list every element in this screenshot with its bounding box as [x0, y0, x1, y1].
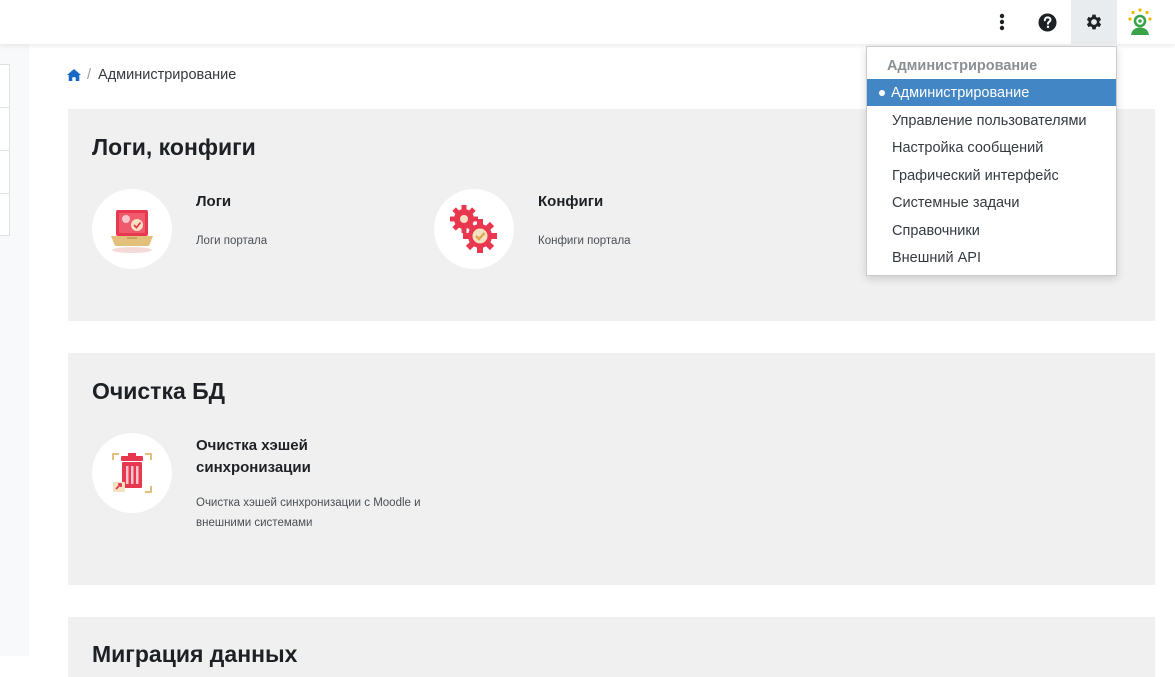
tile-title: Логи	[196, 193, 232, 210]
tile-description: Очистка хэшей синхронизации с Moodle и в…	[196, 497, 421, 529]
menu-item-label: Графический интерфейс	[892, 167, 1059, 184]
tile-sync-hash-cleanup[interactable]: Очистка хэшей синхронизации Очистка хэше…	[92, 433, 422, 543]
tile-configs[interactable]: Конфиги Конфиги портала	[434, 189, 764, 299]
menu-item-label: Справочники	[892, 222, 980, 239]
menu-item-label: Настройка сообщений	[892, 139, 1044, 156]
section-title: Миграция данных	[92, 641, 298, 667]
menu-item-label: Системные задачи	[892, 194, 1020, 211]
help-button[interactable]	[1025, 0, 1069, 44]
tile-icon-circle	[92, 433, 172, 513]
active-dot-icon	[879, 89, 885, 96]
menu-item-reference-books[interactable]: Справочники	[867, 217, 1116, 244]
gear-icon	[1086, 14, 1102, 30]
menu-item-gui[interactable]: Графический интерфейс	[867, 162, 1116, 189]
section-title: Очистка БД	[92, 378, 226, 404]
tile-icon-circle	[92, 189, 172, 269]
user-avatar-icon	[1128, 8, 1152, 35]
section-db-cleanup: Очистка БД Очистка хэшей синхронизации О…	[68, 353, 1155, 585]
configs-gears-icon	[450, 205, 497, 253]
user-menu-button[interactable]	[1118, 0, 1162, 44]
breadcrumb: / Администрирование	[67, 66, 236, 84]
left-drawer-edge	[0, 64, 10, 236]
home-icon[interactable]	[67, 69, 81, 81]
menu-item-label: Администрирование	[891, 84, 1030, 101]
help-icon	[1037, 12, 1057, 32]
tile-title: Конфиги	[538, 193, 604, 210]
settings-button[interactable]	[1071, 0, 1117, 44]
tile-description: Логи портала	[196, 235, 268, 247]
tile-description: Конфиги портала	[538, 235, 631, 247]
dropdown-header: Администрирование	[887, 58, 1038, 74]
menu-item-label: Управление пользователями	[892, 112, 1087, 129]
menu-item-system-tasks[interactable]: Системные задачи	[867, 189, 1116, 216]
section-title: Логи, конфиги	[92, 134, 256, 160]
menu-item-user-management[interactable]: Управление пользователями	[867, 107, 1116, 134]
kebab-menu-icon	[999, 13, 1005, 31]
tile-title: Очистка хэшей синхронизации	[196, 437, 311, 476]
breadcrumb-current: Администрирование	[98, 67, 237, 83]
menu-item-message-settings[interactable]: Настройка сообщений	[867, 134, 1116, 161]
menu-item-label: Внешний API	[892, 249, 981, 266]
breadcrumb-separator: /	[87, 67, 92, 83]
logs-laptop-icon	[111, 210, 153, 253]
menu-item-administration[interactable]: Администрирование	[867, 79, 1116, 106]
trash-bin-icon	[112, 453, 152, 493]
settings-dropdown-menu: Администрирование Администрирование Упра…	[866, 46, 1117, 276]
tile-logs[interactable]: Логи Логи портала	[92, 189, 422, 299]
menu-item-external-api[interactable]: Внешний API	[867, 244, 1116, 271]
section-data-migration: Миграция данных	[68, 617, 1155, 677]
more-menu-button[interactable]	[980, 0, 1024, 44]
top-navbar	[0, 0, 1175, 44]
tile-icon-circle	[434, 189, 514, 269]
